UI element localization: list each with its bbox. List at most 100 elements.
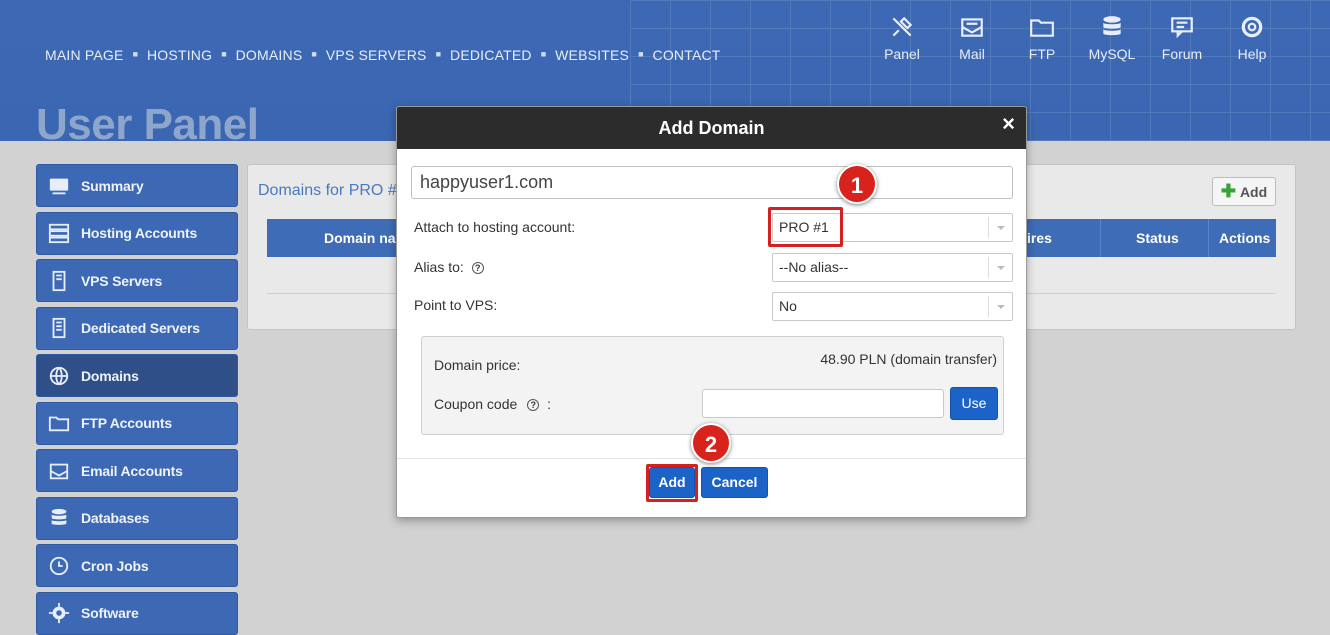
sidebar-item-dedicated-servers[interactable]: Dedicated Servers [36, 306, 238, 350]
cancel-button[interactable]: Cancel [701, 467, 768, 498]
nav-separator: ■ [311, 49, 317, 59]
price-box: Domain price: 48.90 PLN (domain transfer… [421, 336, 1004, 435]
nav-hosting[interactable]: HOSTING [147, 47, 212, 63]
modal-header: Add Domain × [397, 107, 1026, 149]
nav-separator: ■ [540, 49, 547, 59]
top-link-label: Help [1237, 46, 1267, 62]
top-link-forum[interactable]: Forum [1147, 14, 1217, 62]
column-divider [1208, 219, 1209, 257]
sidebar-item-label: Cron Jobs [81, 557, 149, 574]
ftp-icon [37, 412, 81, 434]
sidebar-item-label: VPS Servers [81, 272, 163, 289]
add-domain-modal: Add Domain × happyuser1.com Attach to ho… [396, 106, 1027, 518]
nav-websites[interactable]: WEBSITES [555, 47, 629, 63]
alias-label-text: Alias to: [414, 259, 464, 275]
sidebar-item-vps-servers[interactable]: VPS Servers [36, 259, 238, 302]
column-actions: Actions [1219, 230, 1271, 246]
vps-icon [37, 270, 81, 292]
use-coupon-button[interactable]: Use [950, 387, 998, 420]
plus-icon: ✚ [1220, 181, 1236, 201]
sidebar-item-domains[interactable]: Domains [36, 354, 238, 397]
nav-main-page[interactable]: MAIN PAGE [45, 47, 124, 63]
top-link-help[interactable]: Help [1217, 14, 1287, 62]
column-domain-name: Domain na [324, 230, 396, 246]
price-value: 48.90 PLN (domain transfer) [820, 351, 997, 367]
vps-label: Point to VPS: [414, 297, 498, 313]
sidebar-item-label: Software [81, 605, 139, 621]
top-link-panel[interactable]: Panel [867, 14, 937, 62]
nav-domains[interactable]: DOMAINS [236, 47, 303, 63]
top-link-label: Panel [884, 46, 920, 62]
sidebar-item-label: Email Accounts [81, 462, 183, 479]
mail-icon [961, 18, 983, 37]
sidebar-item-label: Summary [81, 177, 144, 194]
sidebar-item-email-accounts[interactable]: Email Accounts [36, 449, 238, 492]
attach-label: Attach to hosting account: [414, 219, 576, 235]
highlight-box-hosting-account [768, 207, 843, 247]
coupon-label-text: Coupon code [434, 396, 518, 412]
panel-add-button[interactable]: ✚ Add [1212, 177, 1276, 206]
sidebar-item-ftp-accounts[interactable]: FTP Accounts [36, 401, 238, 445]
coupon-label: Coupon code ? : [434, 396, 551, 412]
top-link-ftp[interactable]: FTP [1007, 14, 1077, 62]
sidebar-item-label: FTP Accounts [81, 415, 172, 431]
sidebar-item-label: Domains [81, 367, 139, 384]
help-icon[interactable]: ? [471, 262, 484, 274]
gear-icon [37, 602, 81, 624]
top-link-mysql[interactable]: MySQL [1077, 14, 1147, 62]
alias-label: Alias to: ? [414, 259, 484, 275]
step-badge-1: 1 [837, 164, 877, 204]
step-badge-2: 2 [691, 423, 731, 463]
sidebar-item-databases[interactable]: Databases [36, 496, 238, 540]
database-icon [37, 507, 81, 529]
lifebuoy-icon [1241, 16, 1263, 38]
forum-icon [1171, 17, 1193, 39]
ftp-folder-icon [1030, 19, 1054, 37]
top-link-mail[interactable]: Mail [937, 14, 1007, 62]
column-divider [1100, 219, 1101, 257]
nav-vps-servers[interactable]: VPS SERVERS [326, 47, 427, 63]
top-link-label: MySQL [1088, 46, 1136, 62]
sidebar-item-label: Hosting Accounts [81, 225, 198, 241]
page-title: User Panel [36, 100, 259, 141]
top-link-label: Forum [1161, 46, 1203, 62]
nav-separator: ■ [435, 49, 442, 59]
nav-separator: ■ [221, 49, 227, 59]
nav-contact[interactable]: CONTACT [653, 47, 721, 63]
sidebar-item-label: Dedicated Servers [81, 320, 200, 336]
database-icon [1103, 16, 1121, 36]
sidebar-item-label: Databases [81, 510, 150, 526]
email-icon [37, 460, 81, 482]
tools-icon [892, 16, 913, 37]
alias-value: --No alias-- [779, 259, 849, 275]
alias-select[interactable]: --No alias-- [772, 253, 1013, 282]
coupon-input[interactable] [702, 389, 944, 418]
sidebar-item-summary[interactable]: Summary [36, 164, 238, 207]
column-status: Status [1136, 230, 1179, 246]
top-link-label: FTP [1028, 46, 1056, 62]
vps-value: No [779, 298, 797, 314]
globe-icon [37, 365, 81, 387]
sidebar-item-software[interactable]: Software [36, 591, 238, 635]
coupon-label-suffix: : [547, 396, 551, 412]
domain-name-input[interactable]: happyuser1.com [411, 166, 1013, 199]
help-icon[interactable]: ? [527, 399, 540, 411]
sidebar-item-cron-jobs[interactable]: Cron Jobs [36, 544, 238, 587]
clock-icon [37, 555, 81, 577]
vps-select[interactable]: No [772, 292, 1013, 321]
price-label: Domain price: [434, 357, 521, 373]
nav-separator: ■ [132, 49, 138, 59]
monitor-icon [37, 175, 81, 197]
nav-dedicated[interactable]: DEDICATED [450, 47, 532, 63]
main-nav: MAIN PAGE ■ HOSTING ■ DOMAINS ■ VPS SERV… [45, 47, 721, 63]
panel-add-label: Add [1239, 183, 1268, 200]
top-icon-bar: Panel Mail FTP MySQL Forum Help [867, 14, 1287, 62]
chevron-down-icon [988, 217, 1012, 238]
top-link-label: Mail [959, 46, 985, 62]
dedicated-server-icon [37, 317, 81, 339]
sidebar: Summary Hosting Accounts VPS Servers Ded… [36, 164, 238, 635]
panel-title: Domains for PRO # [258, 182, 397, 199]
sidebar-item-hosting-accounts[interactable]: Hosting Accounts [36, 211, 238, 255]
chevron-down-icon [988, 257, 1012, 278]
close-icon[interactable]: × [1002, 107, 1015, 145]
